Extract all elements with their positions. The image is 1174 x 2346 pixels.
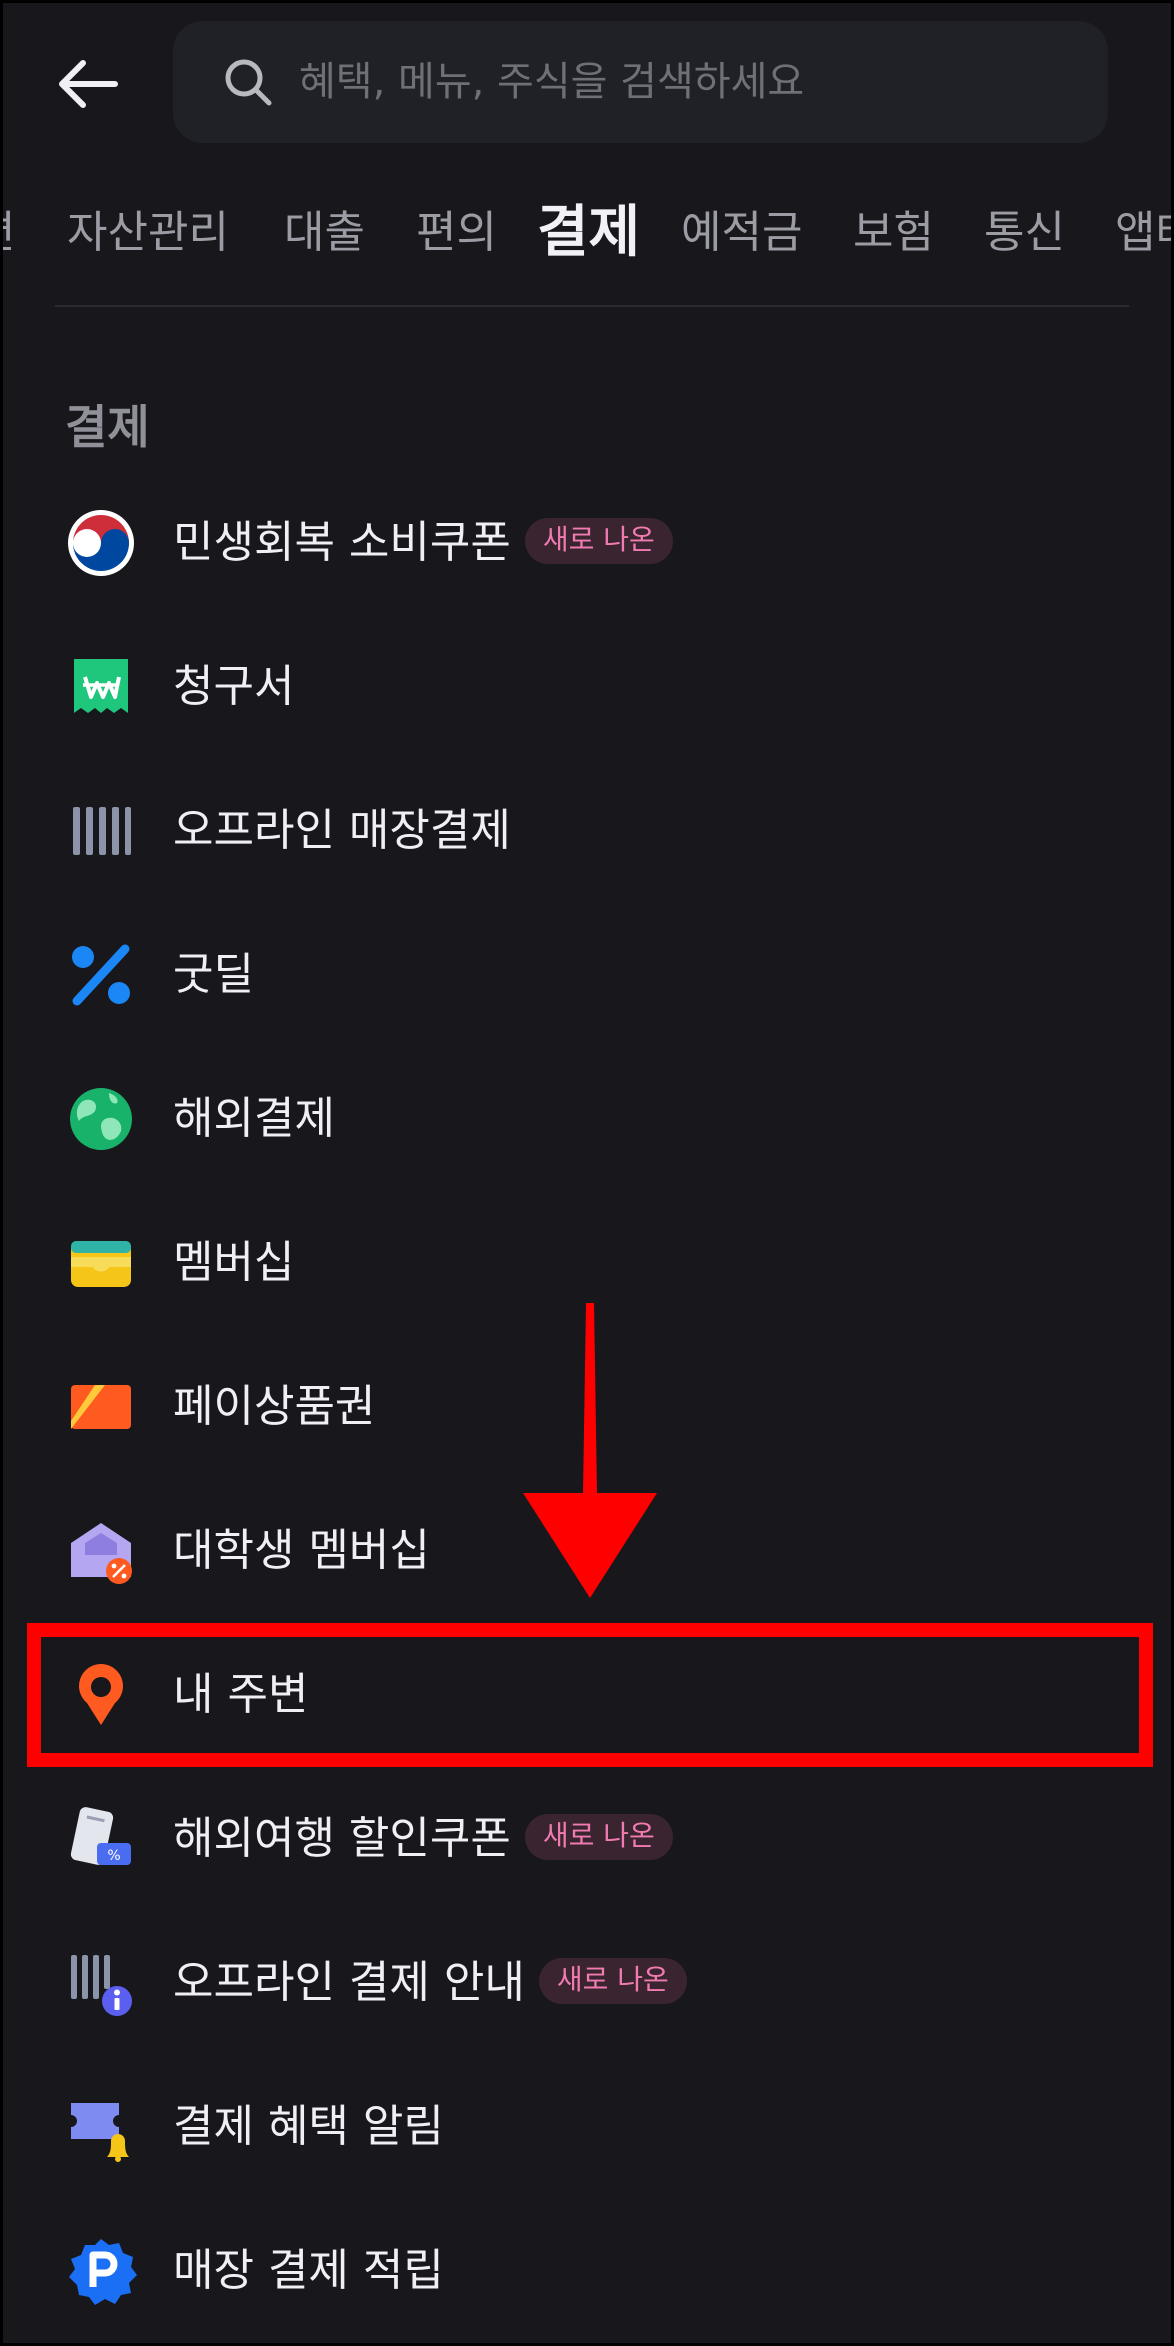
new-badge: 새로 나온 (524, 518, 673, 564)
ticket-bell-icon (65, 2091, 137, 2163)
menu-label: 해외여행 할인쿠폰 (173, 1813, 511, 1864)
menu-label: 청구서 (173, 661, 295, 712)
menu-item-good-deal[interactable]: 굿딜 (3, 925, 1171, 1025)
tab-partial-left[interactable]: 편 (3, 193, 15, 273)
back-button[interactable] (47, 43, 129, 125)
menu-item-overseas-payment[interactable]: 해외결제 (3, 1069, 1171, 1169)
tab-telecom[interactable]: 통신 (984, 193, 1065, 273)
menu-label: 매장 결제 적립 (173, 2245, 444, 2296)
menu-item-membership[interactable]: 멤버십 (3, 1213, 1171, 1313)
menu-label: 민생회복 소비쿠폰 (173, 517, 511, 568)
tab-asset-management[interactable]: 자산관리 (67, 193, 229, 273)
passport-coupon-icon: % (65, 1803, 137, 1875)
menu-item-bill[interactable]: 청구서 (3, 637, 1171, 737)
menu-label: 결제 혜택 알림 (173, 2101, 444, 2152)
search-bar[interactable] (173, 21, 1108, 143)
pay-points-icon (65, 2235, 137, 2307)
tab-insurance[interactable]: 보험 (853, 193, 934, 273)
menu-item-offline-store-payment[interactable]: 오프라인 매장결제 (3, 781, 1171, 881)
menu-item-livelihood-coupon[interactable]: 민생회복 소비쿠폰 새로 나온 (3, 493, 1171, 593)
back-arrow-icon (59, 60, 118, 108)
svg-text:%: % (107, 1848, 120, 1864)
menu-label: 굿딜 (173, 949, 254, 1000)
menu-item-payment-benefit-alert[interactable]: 결제 혜택 알림 (3, 2077, 1171, 2177)
menu-label: 오프라인 매장결제 (173, 805, 511, 856)
menu-item-offline-payment-guide[interactable]: 오프라인 결제 안내 새로 나온 (3, 1933, 1171, 2033)
menu-label: 오프라인 결제 안내 (173, 1957, 525, 2008)
divider (55, 305, 1129, 307)
barcode-info-icon (65, 1947, 137, 2019)
university-discount-icon (65, 1515, 137, 1587)
menu-label: 해외결제 (173, 1093, 335, 1144)
barcode-icon (65, 795, 137, 867)
korea-flag-icon (65, 507, 137, 579)
new-badge: 새로 나온 (524, 1814, 673, 1860)
search-input[interactable] (297, 58, 1081, 106)
percent-icon (65, 939, 137, 1011)
new-badge: 새로 나온 (538, 1958, 687, 2004)
menu-item-overseas-travel-coupon[interactable]: % 해외여행 할인쿠폰 새로 나온 (3, 1789, 1171, 1889)
wallet-card-icon (65, 1227, 137, 1299)
search-icon (225, 59, 272, 106)
red-down-arrow-icon (523, 1303, 657, 1598)
category-tabs: 편 자산관리 대출 편의 결제 예적금 보험 통신 앱테 (3, 193, 1171, 273)
highlight-box (27, 1623, 1153, 1767)
tab-savings[interactable]: 예적금 (681, 193, 802, 273)
app-screen: 편 자산관리 대출 편의 결제 예적금 보험 통신 앱테 결제 민생회복 소비쿠… (0, 0, 1174, 2346)
menu-label: 대학생 멤버십 (173, 1525, 430, 1576)
menu-label: 멤버십 (173, 1237, 295, 1288)
gift-card-icon (65, 1371, 137, 1443)
globe-icon (65, 1083, 137, 1155)
bill-won-icon (65, 651, 137, 723)
tab-payment[interactable]: 결제 (537, 193, 640, 273)
tab-convenience[interactable]: 편의 (416, 193, 497, 273)
tab-apptech[interactable]: 앱테 (1115, 193, 1171, 273)
menu-label: 페이상품권 (173, 1381, 376, 1432)
section-title: 결제 (65, 400, 150, 454)
menu-item-store-payment-points[interactable]: 매장 결제 적립 (3, 2221, 1171, 2321)
tab-loan[interactable]: 대출 (284, 193, 365, 273)
